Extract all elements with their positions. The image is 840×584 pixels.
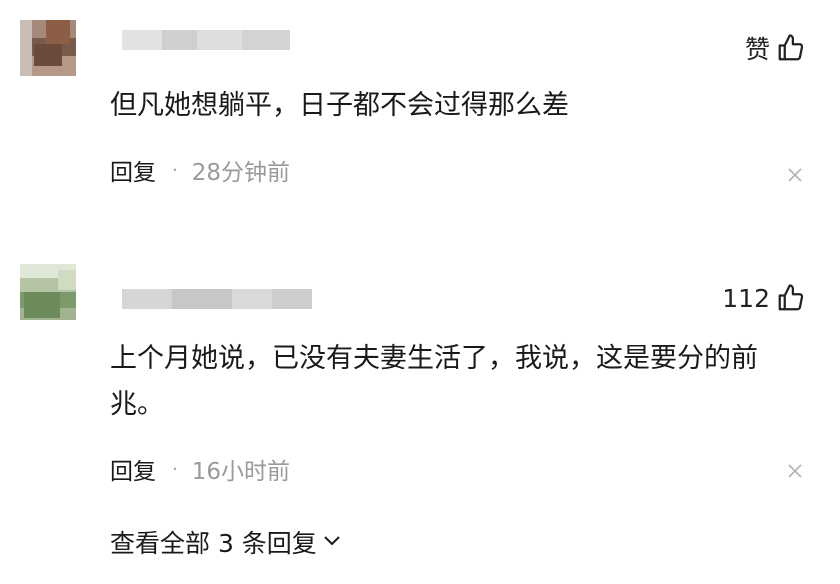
like-button[interactable]: 112 [722,283,806,313]
view-all-replies-label: 查看全部 3 条回复 [110,529,317,558]
avatar[interactable] [20,264,76,320]
meta-separator: · [172,458,178,480]
username-blurred[interactable] [122,289,312,309]
close-icon[interactable] [786,462,804,480]
comment-item: 112 上个月她说，已没有夫妻生活了，我说，这是要分的前兆。 回复 · 16小时… [0,0,840,485]
thumbs-up-icon [776,283,806,313]
avatar-mosaic-block [58,270,76,290]
like-count: 112 [722,283,770,313]
chevron-down-icon [321,528,343,557]
reply-button[interactable]: 回复 [110,452,156,486]
comment-meta: 回复 · 16小时前 [110,452,290,486]
comment-text: 上个月她说，已没有夫妻生活了，我说，这是要分的前兆。 [110,343,758,420]
timestamp: 16小时前 [191,459,291,485]
avatar-mosaic-block [24,292,60,318]
view-all-replies-link[interactable]: 查看全部 3 条回复 [110,524,343,560]
